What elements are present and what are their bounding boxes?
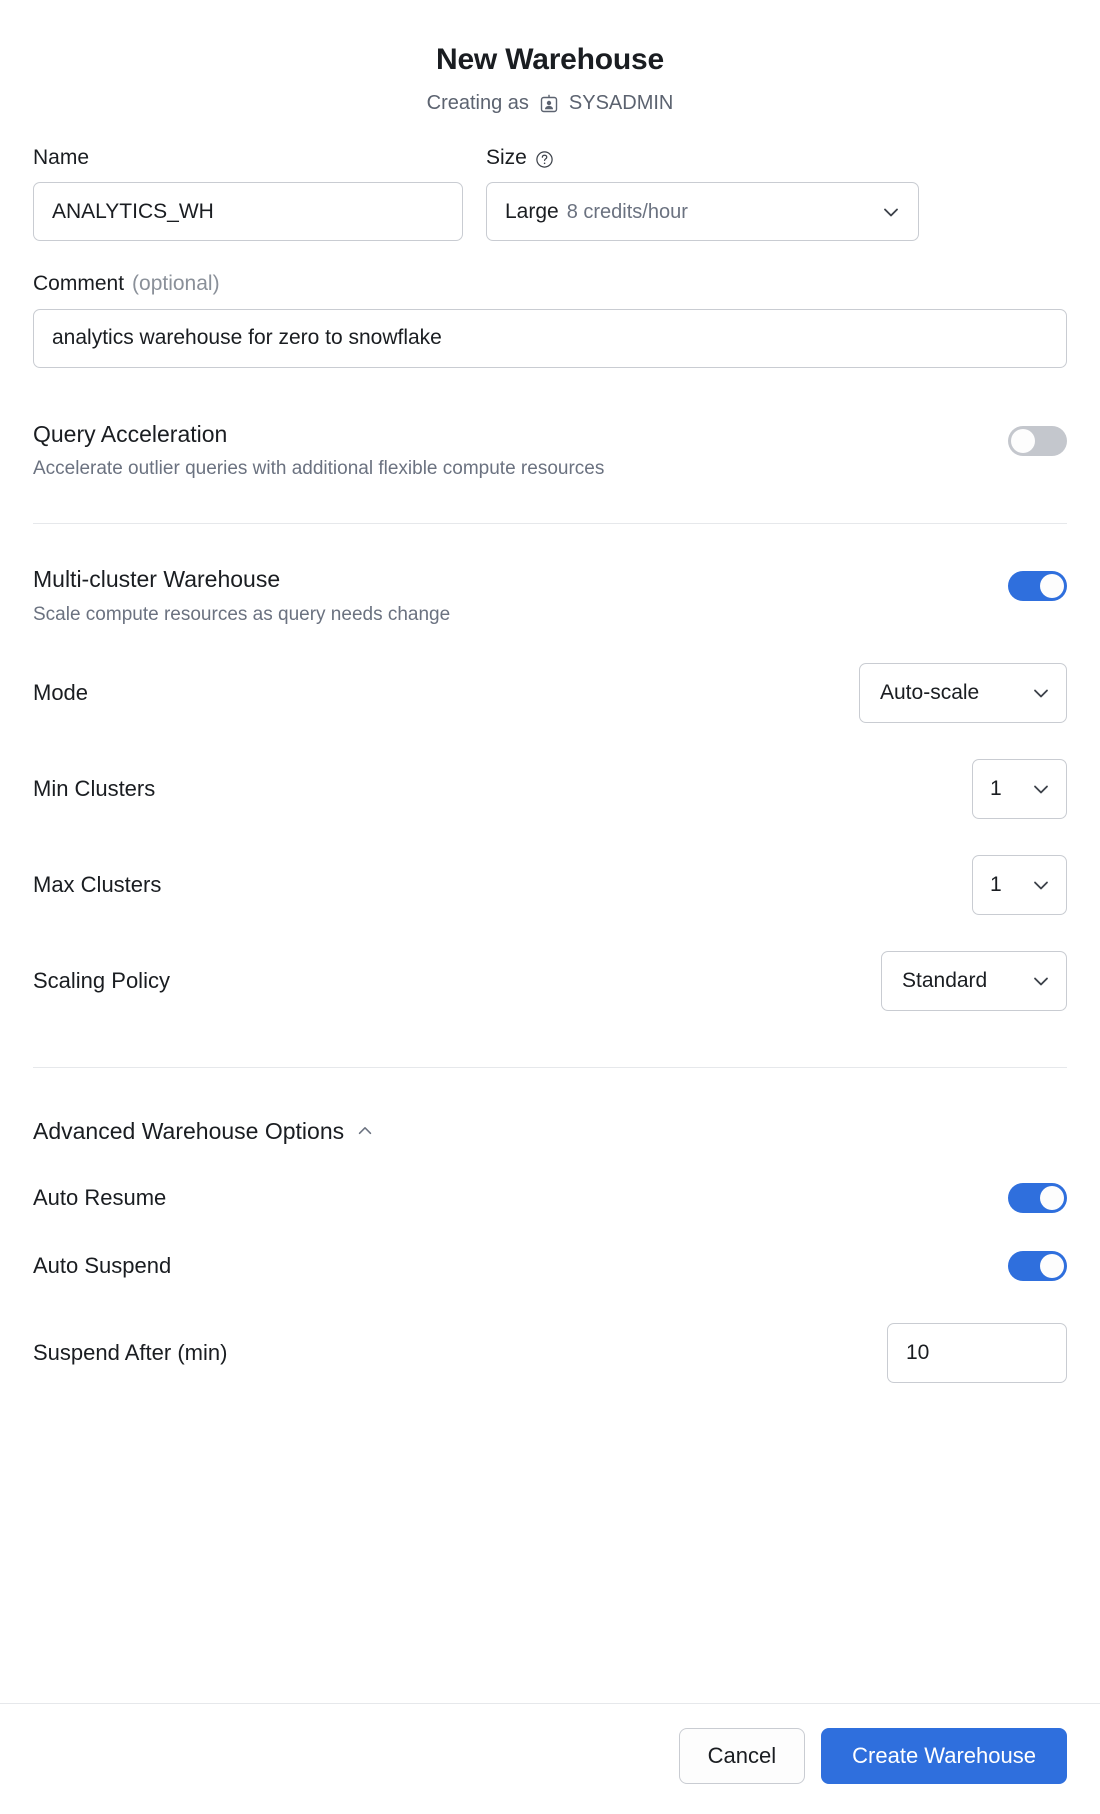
query-acceleration-title: Query Acceleration (33, 420, 228, 447)
size-field-group: Size Large 8 credits/hour (486, 145, 919, 242)
toggle-knob (1040, 574, 1064, 598)
chevron-down-icon (880, 201, 902, 223)
size-select[interactable]: Large 8 credits/hour (486, 182, 919, 242)
size-select-value: Large (505, 199, 559, 223)
name-label: Name (33, 145, 463, 171)
min-clusters-value: 1 (990, 776, 1002, 800)
max-clusters-label: Max Clusters (33, 871, 162, 897)
toggle-knob (1040, 1253, 1064, 1278)
cancel-button[interactable]: Cancel (678, 1728, 806, 1784)
new-warehouse-dialog: New Warehouse Creating as SYSADMIN Name … (0, 0, 1100, 1814)
query-acceleration-subtitle: Accelerate outlier queries with addition… (33, 458, 605, 480)
min-clusters-label: Min Clusters (33, 775, 156, 801)
scaling-policy-select[interactable]: Standard (881, 950, 1067, 1011)
chevron-down-icon (1030, 970, 1052, 992)
scaling-policy-row: Scaling Policy Standard (33, 950, 1067, 1011)
comment-optional-text: (optional) (132, 272, 220, 296)
toggle-knob (1040, 1185, 1064, 1210)
section-divider-1 (33, 523, 1067, 524)
auto-suspend-label: Auto Suspend (33, 1252, 172, 1278)
auto-resume-label: Auto Resume (33, 1184, 167, 1210)
suspend-after-label: Suspend After (min) (33, 1339, 228, 1365)
size-select-credits: 8 credits/hour (566, 200, 688, 223)
size-label-text: Size (486, 146, 527, 169)
query-acceleration-row: Query Acceleration Accelerate outlier qu… (33, 420, 1067, 482)
name-input[interactable]: ANALYTICS_WH (33, 182, 463, 242)
name-input-value: ANALYTICS_WH (52, 199, 214, 223)
suspend-after-value: 10 (906, 1340, 930, 1364)
scaling-policy-label: Scaling Policy (33, 967, 170, 993)
dialog-footer: Cancel Create Warehouse (0, 1703, 1100, 1814)
section-divider-2 (33, 1066, 1067, 1068)
query-acceleration-text: Query Acceleration Accelerate outlier qu… (33, 420, 604, 482)
auto-suspend-toggle[interactable] (1008, 1250, 1067, 1281)
max-clusters-select[interactable]: 1 (972, 854, 1067, 915)
mode-select-value: Auto-scale (880, 680, 980, 704)
create-warehouse-button[interactable]: Create Warehouse (821, 1728, 1067, 1784)
size-label: Size (486, 145, 919, 171)
creating-as-line: Creating as SYSADMIN (33, 91, 1067, 115)
comment-input[interactable]: analytics warehouse for zero to snowflak… (33, 308, 1067, 368)
suspend-after-row: Suspend After (min) 10 (33, 1322, 1067, 1383)
auto-resume-row: Auto Resume (33, 1182, 1067, 1213)
max-clusters-value: 1 (990, 872, 1002, 896)
auto-resume-toggle[interactable] (1008, 1182, 1067, 1213)
comment-field-group: Comment (optional) analytics warehouse f… (33, 271, 1067, 368)
toggle-knob (1011, 428, 1035, 453)
multi-cluster-text: Multi-cluster Warehouse Scale compute re… (33, 565, 450, 627)
current-role: SYSADMIN (568, 92, 674, 114)
min-clusters-row: Min Clusters 1 (33, 758, 1067, 819)
user-badge-icon (538, 93, 560, 115)
size-select-value-group: Large 8 credits/hour (505, 200, 688, 224)
multi-cluster-title: Multi-cluster Warehouse (33, 566, 281, 592)
page-title: New Warehouse (435, 43, 664, 76)
multi-cluster-subtitle: Scale compute resources as query needs c… (33, 603, 451, 625)
mode-label: Mode (33, 679, 89, 705)
dialog-header: New Warehouse Creating as SYSADMIN (33, 0, 1067, 115)
scaling-policy-value: Standard (902, 968, 988, 992)
suspend-after-input[interactable]: 10 (887, 1322, 1067, 1383)
multi-cluster-toggle[interactable] (1008, 571, 1067, 601)
help-circle-icon[interactable] (535, 150, 554, 169)
query-acceleration-toggle[interactable] (1008, 425, 1067, 456)
multi-cluster-row: Multi-cluster Warehouse Scale compute re… (33, 565, 1067, 627)
comment-input-value: analytics warehouse for zero to snowflak… (52, 326, 442, 349)
auto-suspend-row: Auto Suspend (33, 1250, 1067, 1281)
dialog-body: New Warehouse Creating as SYSADMIN Name … (0, 0, 1100, 1703)
chevron-up-icon[interactable] (355, 1121, 375, 1141)
advanced-options-title: Advanced Warehouse Options (33, 1117, 345, 1144)
mode-select[interactable]: Auto-scale (859, 662, 1067, 723)
chevron-down-icon (1030, 682, 1052, 704)
comment-label-text: Comment (33, 272, 125, 296)
advanced-options-header[interactable]: Advanced Warehouse Options (33, 1118, 1067, 1145)
min-clusters-select[interactable]: 1 (972, 758, 1067, 819)
name-size-row: Name ANALYTICS_WH Size Large 8 credits/h… (33, 145, 1067, 242)
chevron-down-icon (1030, 778, 1052, 800)
mode-row: Mode Auto-scale (33, 662, 1067, 723)
max-clusters-row: Max Clusters 1 (33, 854, 1067, 915)
name-field-group: Name ANALYTICS_WH (33, 145, 463, 242)
comment-label: Comment (optional) (33, 271, 1067, 297)
name-label-text: Name (33, 146, 90, 169)
creating-as-prefix: Creating as (426, 92, 529, 114)
chevron-down-icon (1030, 874, 1052, 896)
